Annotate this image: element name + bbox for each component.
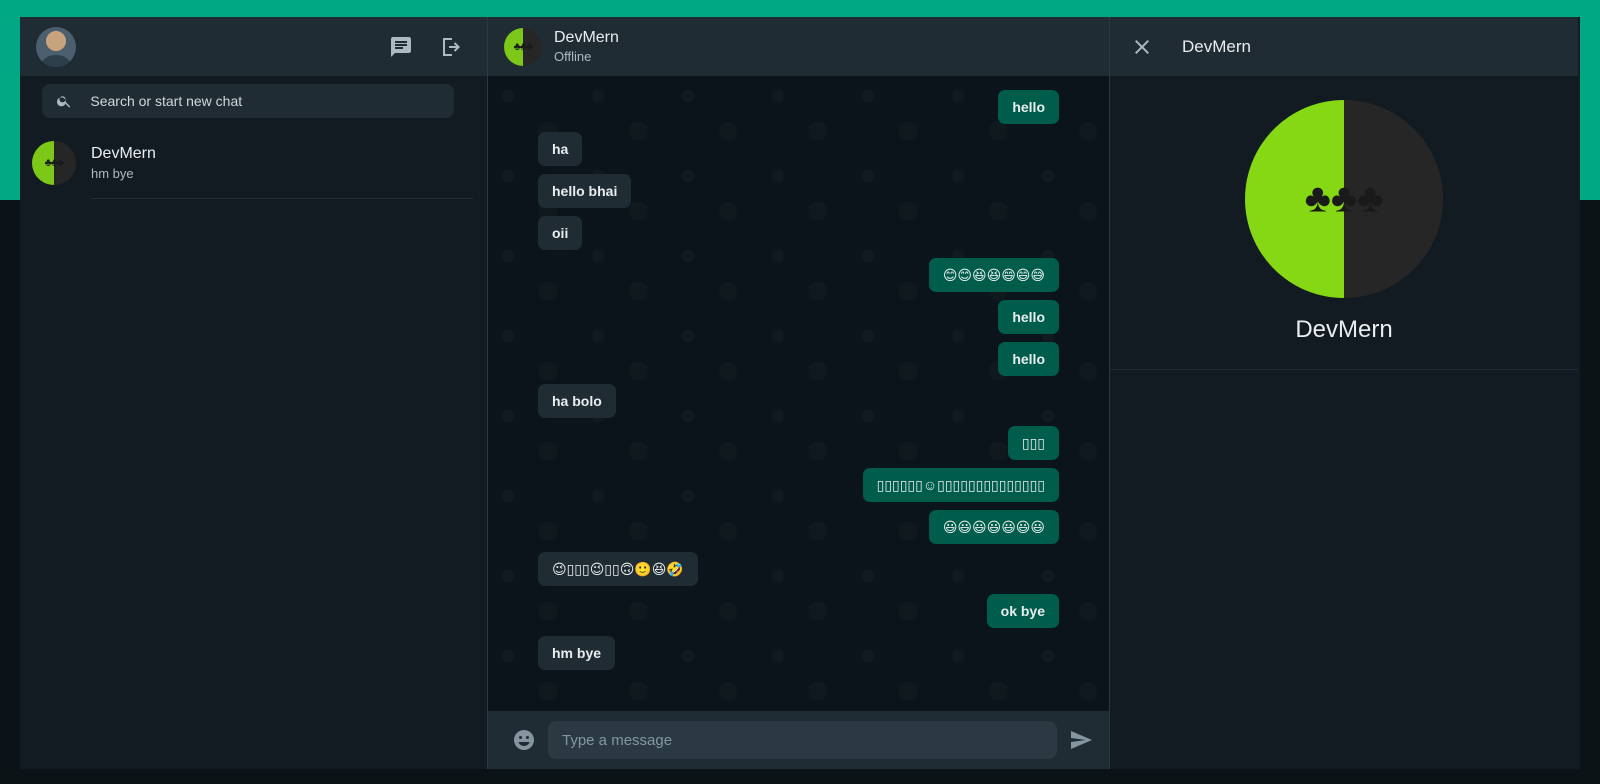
user-avatar[interactable] [36,26,76,67]
outgoing-message[interactable]: hello [998,90,1059,124]
search-input[interactable] [90,93,440,109]
contact-info-title: DevMern [1182,36,1251,56]
contact-status: Offline [554,49,592,64]
conversation-header[interactable]: ♣♣♣ DevMern Offline [488,17,1109,76]
outgoing-message[interactable]: ▯▯▯▯▯▯☺▯▯▯▯▯▯▯▯▯▯▯▯▯▯ [862,468,1059,502]
chat-list-item[interactable]: ♣♣♣ DevMern hm bye [20,127,487,199]
conversation-panel: ♣♣♣ DevMern Offline hello ha hello bhai oii… [488,17,1110,769]
contact-avatar[interactable]: ♣♣♣ [504,27,542,66]
sidebar: ♣♣♣ DevMern hm bye [20,17,488,769]
app-window: ♣♣♣ DevMern hm bye ♣♣♣ DevMern Offline h… [20,17,1580,769]
close-icon[interactable] [1130,35,1154,59]
chat-list-item-name: DevMern [91,144,156,162]
new-chat-icon[interactable] [389,35,413,59]
android-logo-icon: ♣♣♣ [44,157,65,169]
incoming-message[interactable]: hello bhai [538,174,632,208]
chat-list-item-info: DevMern hm bye [91,127,473,199]
outgoing-message[interactable]: hello [998,300,1059,334]
outgoing-message[interactable]: ▯▯▯ [1007,426,1059,460]
outgoing-message[interactable]: hello [998,342,1059,376]
contact-name: DevMern [554,29,619,46]
contact-profile-picture[interactable]: ♣♣♣ [1245,100,1443,298]
incoming-message[interactable]: ha [538,132,583,166]
chat-list-item-last-message: hm bye [91,165,134,181]
outgoing-message[interactable]: 😃😃😃😃😃😃😃 [928,510,1059,544]
conversation-title: DevMern Offline [554,29,619,64]
message-input[interactable] [548,721,1057,759]
logout-icon[interactable] [439,35,463,59]
incoming-message[interactable]: oii [538,216,583,250]
search-box[interactable] [42,84,454,118]
contact-info-panel: DevMern ♣♣♣ DevMern [1110,17,1578,769]
message-list: hello ha hello bhai oii 😊😊😆😆😄😄😅 hello hello ha … [488,76,1109,711]
contact-avatar: ♣♣♣ [32,141,76,185]
outgoing-message[interactable]: ok bye [986,594,1059,628]
sidebar-actions [389,35,471,59]
sidebar-header [20,17,487,76]
send-icon[interactable] [1069,728,1093,752]
incoming-message[interactable]: hm bye [538,636,616,670]
contact-info-body: ♣♣♣ DevMern [1110,76,1578,370]
outgoing-message[interactable]: 😊😊😆😆😄😄😅 [928,258,1059,292]
android-logo-icon: ♣♣♣ [1304,176,1384,221]
emoji-icon[interactable] [512,728,536,752]
android-logo-icon: ♣♣♣ [513,40,534,53]
incoming-message[interactable]: 😉▯▯▯😉▯▯🙃🙂😆🤣 [538,552,698,586]
incoming-message[interactable]: ha bolo [538,384,616,418]
contact-info-header: DevMern [1110,17,1578,76]
message-composer [488,711,1109,769]
search-bar [20,76,487,127]
search-icon [56,96,71,108]
contact-info-name: DevMern [1295,316,1393,343]
